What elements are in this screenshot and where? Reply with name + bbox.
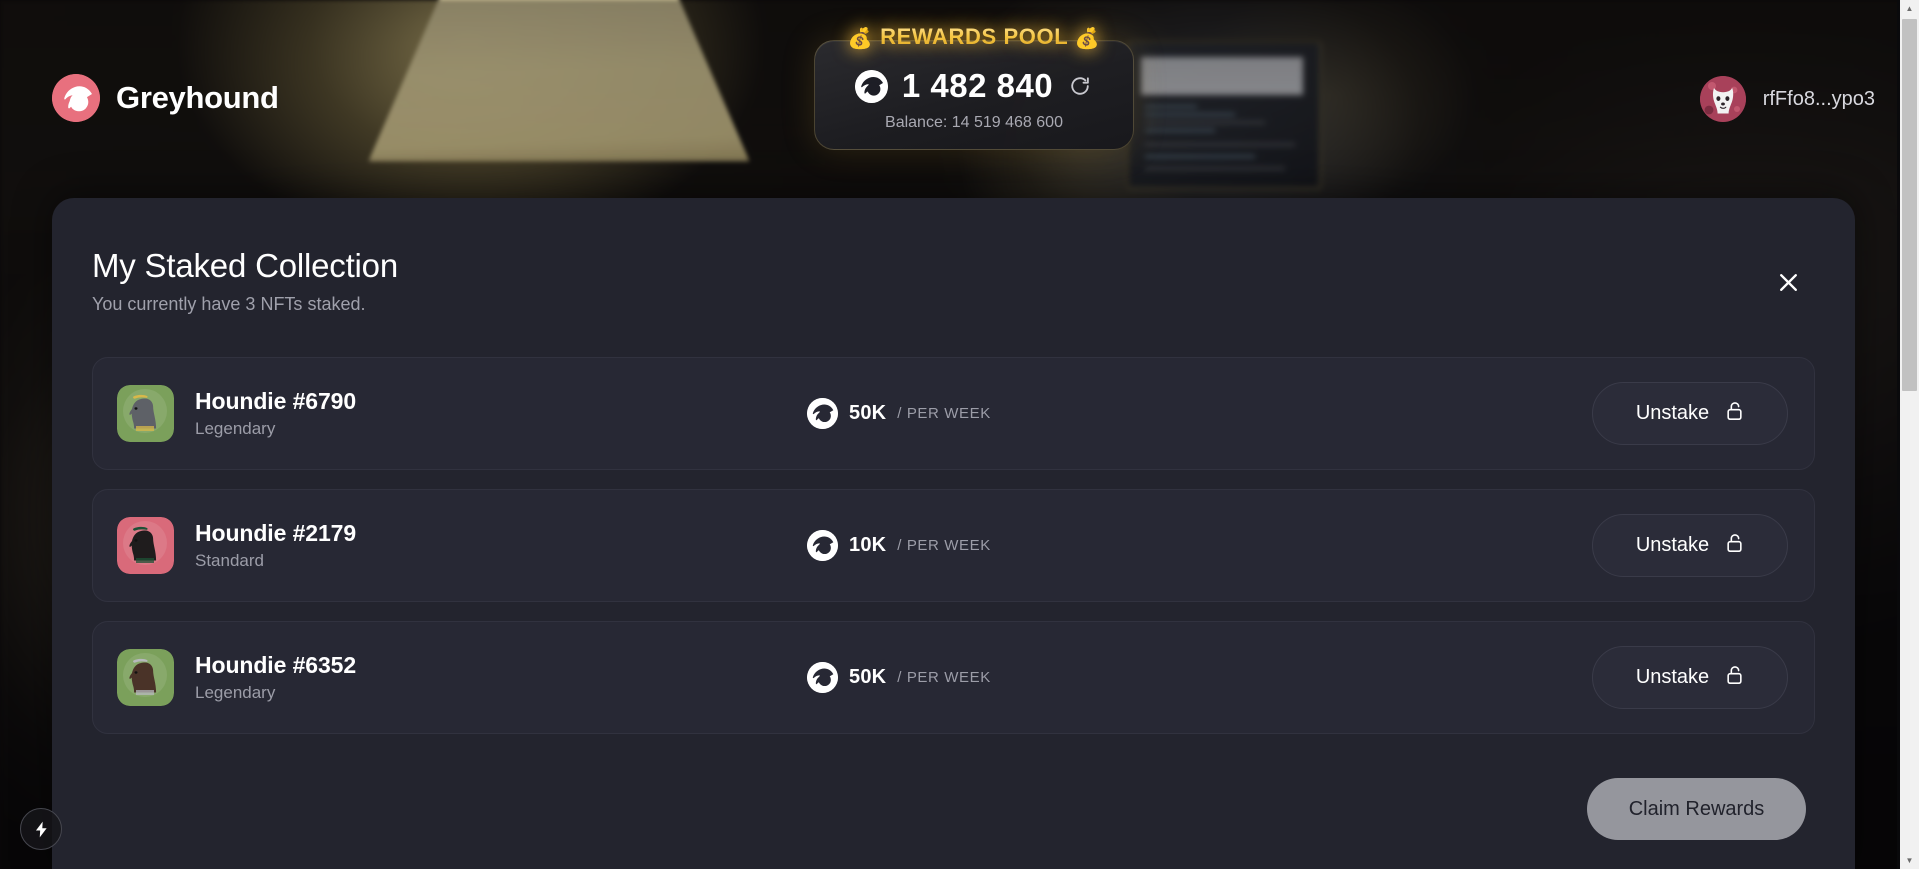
- scroll-up-arrow-icon[interactable]: ▲: [1900, 0, 1919, 17]
- nft-identity: Houndie #2179 Standard: [117, 517, 807, 574]
- scrollbar-thumb[interactable]: [1902, 19, 1917, 391]
- unlock-icon: [1725, 664, 1744, 691]
- panel-footer: Claim Rewards: [92, 778, 1815, 840]
- unstake-button[interactable]: Unstake: [1592, 646, 1788, 709]
- nft-rarity: Standard: [195, 551, 264, 570]
- unstake-button-label: Unstake: [1635, 534, 1710, 556]
- lightning-bolt-icon[interactable]: [20, 808, 62, 850]
- table-row: Houndie #2179 Standard 10K / PER WEEK Unstak…: [92, 489, 1815, 602]
- nft-rate-period: / PER WEEK: [897, 669, 991, 686]
- nft-identity: Houndie #6352 Legendary: [117, 649, 807, 706]
- page-subtitle: You currently have 3 NFTs staked.: [92, 294, 366, 314]
- rewards-pool-balance: Balance: 14 519 468 600: [885, 114, 1063, 131]
- nft-rate-period: / PER WEEK: [897, 537, 991, 554]
- greyhound-coin-icon: [807, 530, 838, 561]
- unlock-icon: [1725, 400, 1744, 427]
- rewards-pool-title-text: REWARDS POOL: [880, 24, 1068, 49]
- scroll-down-arrow-icon[interactable]: ▼: [1900, 852, 1919, 869]
- nft-rarity: Legendary: [195, 419, 276, 438]
- nft-rate-amount: 50K: [849, 402, 887, 424]
- nft-rarity: Legendary: [195, 683, 276, 702]
- nft-thumbnail-icon: [117, 517, 174, 574]
- claim-rewards-button[interactable]: Claim Rewards: [1587, 778, 1806, 840]
- nft-reward-rate: 10K / PER WEEK: [807, 530, 1592, 561]
- money-bag-icon-right: 💰: [1074, 28, 1101, 50]
- table-row: Houndie #6352 Legendary 50K / PER WEEK Unsta…: [92, 621, 1815, 734]
- nft-name: Houndie #6790: [195, 388, 357, 414]
- greyhound-coin-icon: [854, 69, 888, 103]
- brand[interactable]: Greyhound: [52, 74, 279, 122]
- page-title: My Staked Collection: [92, 247, 398, 284]
- nft-name: Houndie #2179: [195, 520, 357, 546]
- rewards-pool-card: 💰 REWARDS POOL 💰 1 482 840 Balance: 14 5…: [814, 24, 1134, 150]
- greyhound-coin-icon: [807, 398, 838, 429]
- nft-identity: Houndie #6790 Legendary: [117, 385, 807, 442]
- rewards-pool-title: 💰 REWARDS POOL 💰: [814, 24, 1134, 52]
- brand-name: Greyhound: [116, 80, 279, 115]
- avatar: [1699, 76, 1746, 122]
- greyhound-coin-icon: [807, 662, 838, 693]
- unstake-button-label: Unstake: [1635, 402, 1710, 424]
- nft-thumbnail-icon: [117, 649, 174, 706]
- nft-reward-rate: 50K / PER WEEK: [807, 398, 1592, 429]
- wallet-account[interactable]: rfFfo8...ypo3: [1699, 76, 1875, 122]
- staked-nft-list: Houndie #6790 Legendary 50K / PER WEEK Unsta…: [92, 357, 1815, 734]
- money-bag-icon-left: 💰: [847, 28, 874, 50]
- staked-collection-panel: My Staked Collection You currently have …: [52, 198, 1855, 869]
- nft-rate-period: / PER WEEK: [897, 405, 991, 422]
- wallet-address: rfFfo8...ypo3: [1762, 87, 1875, 110]
- unstake-button-label: Unstake: [1635, 666, 1710, 688]
- rewards-pool-amount: 1 482 840: [901, 67, 1054, 104]
- table-row: Houndie #6790 Legendary 50K / PER WEEK Unsta…: [92, 357, 1815, 470]
- greyhound-head-logo-icon: [52, 74, 100, 122]
- nft-text-block: Houndie #6790 Legendary: [195, 388, 356, 439]
- nft-rate-amount: 10K: [849, 534, 887, 556]
- nft-rate-amount: 50K: [849, 666, 887, 688]
- close-icon[interactable]: [1766, 260, 1810, 304]
- unstake-button[interactable]: Unstake: [1592, 514, 1788, 577]
- unlock-icon: [1725, 532, 1744, 559]
- nft-reward-rate: 50K / PER WEEK: [807, 662, 1592, 693]
- unstake-button[interactable]: Unstake: [1592, 382, 1788, 445]
- nft-name: Houndie #6352: [195, 652, 357, 678]
- page-scrollbar[interactable]: ▲ ▼: [1900, 0, 1919, 869]
- refresh-icon[interactable]: [1067, 73, 1093, 99]
- top-bar: Greyhound 💰 REWARDS POOL 💰 1 482 840 Bal…: [0, 0, 1919, 196]
- nft-text-block: Houndie #6352 Legendary: [195, 652, 356, 703]
- nft-thumbnail-icon: [117, 385, 174, 442]
- nft-text-block: Houndie #2179 Standard: [195, 520, 356, 571]
- app-root: Greyhound 💰 REWARDS POOL 💰 1 482 840 Bal…: [0, 0, 1919, 869]
